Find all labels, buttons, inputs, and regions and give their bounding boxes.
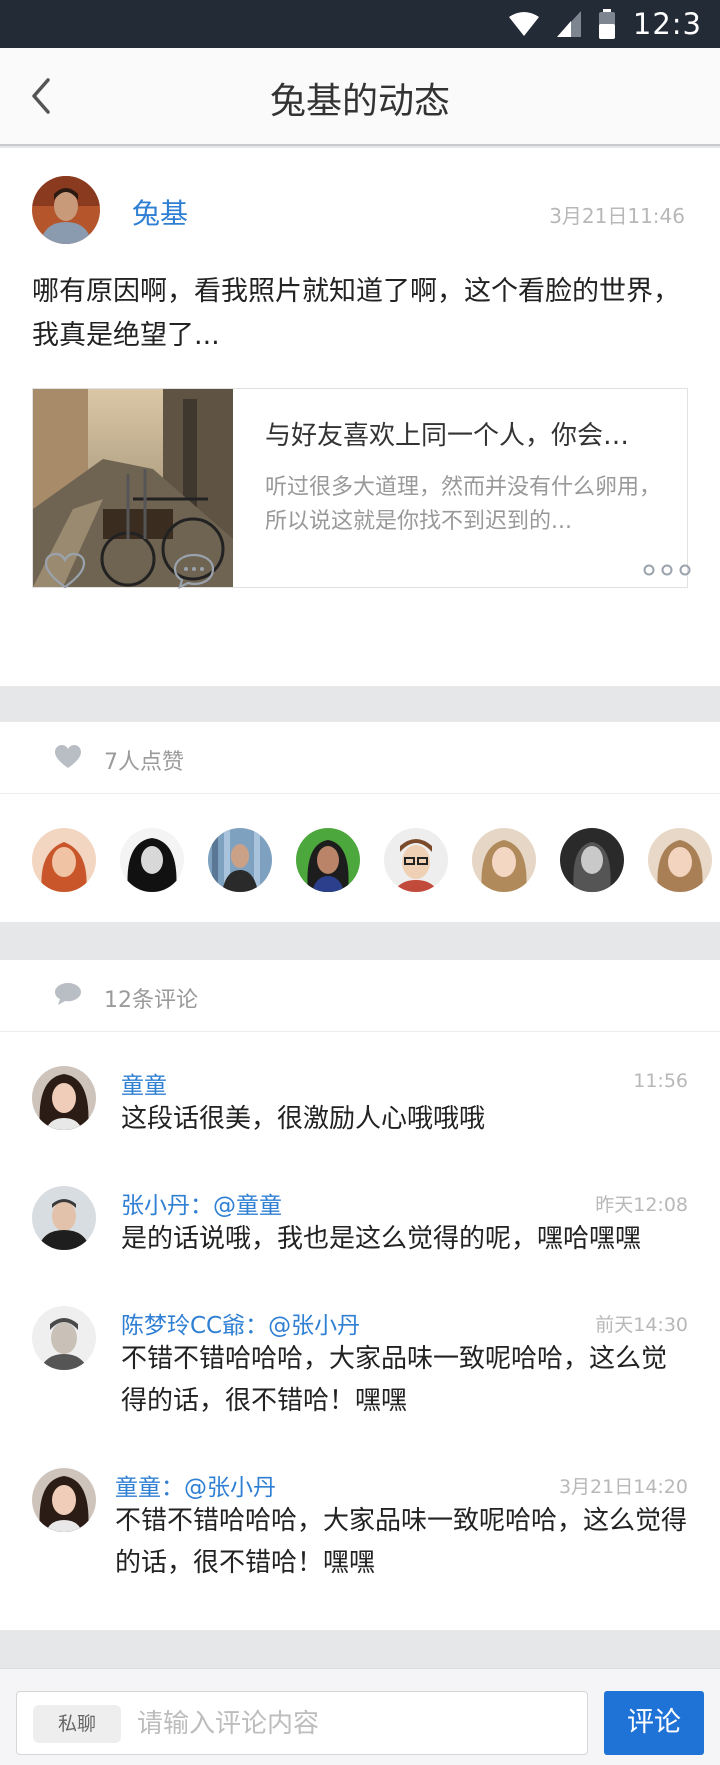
liker-avatar[interactable] (384, 828, 448, 892)
commenter-avatar[interactable] (32, 1468, 96, 1532)
post-author-avatar[interactable] (32, 176, 100, 244)
like-heart-icon[interactable] (44, 552, 86, 590)
status-time: 12:3 (632, 7, 702, 41)
commenter-name[interactable]: 陈梦玲CC爺：@张小丹 (121, 1306, 360, 1340)
comments-section: 12条评论 童童 11:56 这段话很美，很激励人心哦哦哦 张小丹：@童童 昨天… (0, 960, 720, 1630)
comment-input-bar: 私聊 评论 (0, 1668, 720, 1765)
comment-input[interactable] (137, 1702, 567, 1746)
submit-comment-button[interactable]: 评论 (604, 1691, 704, 1755)
liker-avatar[interactable] (296, 828, 360, 892)
post-card: 兔基 3月21日11:46 哪有原因啊，看我照片就知道了啊，这个看脸的世界，我真… (0, 148, 720, 686)
comment-icon (55, 983, 81, 1005)
private-message-button[interactable]: 私聊 (33, 1705, 121, 1743)
liker-avatar[interactable] (32, 828, 96, 892)
post-author-name[interactable]: 兔基 (132, 192, 188, 232)
comment-time: 昨天12:08 (595, 1194, 688, 1216)
link-description: 听过很多大道理，然而并没有什么卵用，所以说这就是你找不到迟到的... (265, 475, 662, 534)
likes-count: 7人点赞 (104, 750, 184, 775)
comment-text: 是的话说哦，我也是这么觉得的呢，嘿哈嘿嘿 (121, 1224, 642, 1254)
more-options-icon[interactable] (642, 562, 692, 578)
likes-section: 7人点赞 (0, 722, 720, 922)
battery-icon (598, 9, 615, 39)
liker-avatar[interactable] (120, 828, 184, 892)
signal-icon (556, 11, 581, 37)
comment-text: 不错不错哈哈哈，大家品味一致呢哈哈，这么觉得的话，很不错哈！嘿嘿 (115, 1506, 688, 1578)
comments-count: 12条评论 (104, 988, 198, 1013)
heart-icon (55, 745, 81, 768)
comment-bubble-icon[interactable] (172, 552, 216, 590)
liker-avatar[interactable] (648, 828, 712, 892)
wifi-icon (508, 12, 539, 36)
nav-bar: 兔基的动态 (0, 48, 720, 146)
commenter-name[interactable]: 童童：@张小丹 (115, 1468, 276, 1502)
comment-time: 前天14:30 (595, 1314, 688, 1336)
link-title: 与好友喜欢上同一个人，你会… (265, 421, 630, 451)
commenter-avatar[interactable] (32, 1066, 96, 1130)
commenter-avatar[interactable] (32, 1186, 96, 1250)
comments-header: 12条评论 (0, 960, 720, 1032)
comment-input-container: 私聊 (16, 1691, 588, 1755)
liker-avatar[interactable] (560, 828, 624, 892)
post-content: 哪有原因啊，看我照片就知道了啊，这个看脸的世界，我真是绝望了... (32, 276, 680, 351)
liker-avatar[interactable] (208, 828, 272, 892)
likes-header: 7人点赞 (0, 722, 720, 794)
liker-avatar[interactable] (472, 828, 536, 892)
shared-link-card[interactable]: 与好友喜欢上同一个人，你会… 听过很多大道理，然而并没有什么卵用，所以说这就是你… (32, 388, 688, 588)
status-bar: 12:3 (0, 0, 720, 48)
comment-time: 3月21日14:20 (558, 1476, 688, 1498)
post-time: 3月21日11:46 (549, 204, 685, 228)
page-title: 兔基的动态 (269, 81, 450, 122)
commenter-name[interactable]: 童童 (121, 1066, 167, 1100)
comment-time: 11:56 (633, 1070, 688, 1092)
comment-text: 这段话很美，很激励人心哦哦哦 (121, 1104, 486, 1134)
commenter-avatar[interactable] (32, 1306, 96, 1370)
commenter-name[interactable]: 张小丹：@童童 (121, 1186, 282, 1220)
comment-text: 不错不错哈哈哈，大家品味一致呢哈哈，这么觉得的话，很不错哈！嘿嘿 (121, 1344, 668, 1416)
